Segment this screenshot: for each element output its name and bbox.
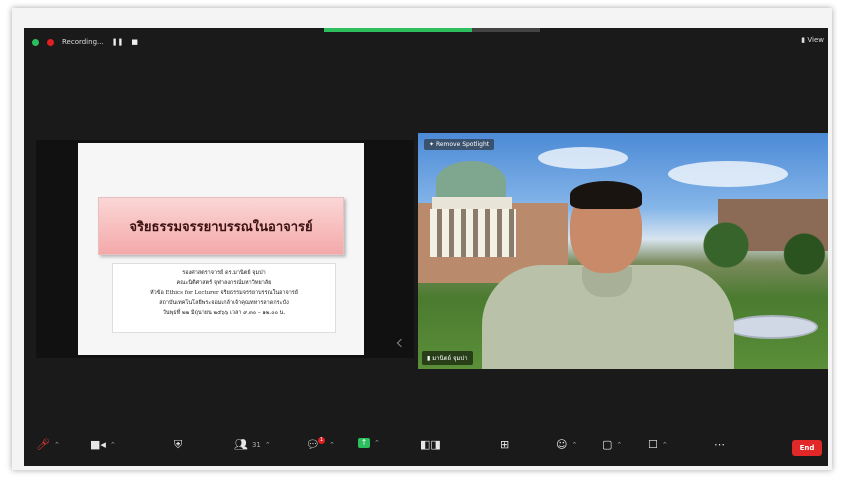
chevron-up-icon[interactable]: ⌃ — [374, 439, 380, 447]
chat-button[interactable]: 💬︎ 1 ⌃ — [306, 437, 335, 451]
chat-badge: 1 — [317, 437, 325, 444]
record-icon: ◧◨ — [420, 438, 441, 451]
slide-line: สถาบันเทคโนโลยีพระจอมเกล้าเจ้าคุณทหารลาด… — [159, 300, 289, 306]
slide-title: จริยธรรมจรรยาบรรณในอาจารย์ — [129, 219, 313, 235]
people-icon: 👥︎ — [234, 438, 248, 451]
chevron-up-icon[interactable]: ⌃ — [265, 441, 271, 449]
pause-recording-button[interactable]: ❚❚ — [112, 38, 124, 46]
chevron-up-icon[interactable]: ⌃ — [54, 441, 60, 449]
recording-dot-icon — [47, 38, 54, 46]
record-button[interactable]: ◧◨ — [420, 438, 441, 451]
apps-button[interactable]: ⊞ — [500, 438, 509, 451]
spotlight-icon: ✦ — [429, 141, 436, 148]
presentation-slide: จริยธรรมจรรยาบรรณในอาจารย์ รองศาสตราจารย… — [78, 143, 364, 355]
more-button[interactable]: ⋯ — [714, 438, 725, 451]
chevron-up-icon[interactable]: ⌃ — [662, 441, 668, 449]
mic-muted-icon: 🎤︎ — [36, 438, 50, 451]
whiteboard-button[interactable]: ▢ ⌃ — [602, 438, 622, 451]
slide-line: รองศาสตราจารย์ ดร.มานิตย์ จุมปา — [182, 270, 266, 276]
view-label: View — [807, 36, 824, 44]
zoom-meeting-window: Recording... ❚❚ ■ ▮ View จริยธรรมจรรยาบร… — [24, 28, 828, 466]
reaction-icon: ☺ — [556, 438, 568, 451]
whiteboard-icon: ▢ — [602, 438, 613, 451]
spotlight-label: Remove Spotlight — [435, 141, 490, 148]
chevron-up-icon[interactable]: ⌃ — [329, 441, 335, 449]
recording-label: Recording... — [62, 38, 104, 46]
mouse-cursor-icon — [396, 338, 406, 348]
top-accent-bar-dark — [472, 28, 540, 32]
stop-recording-button[interactable]: ■ — [131, 38, 138, 46]
participants-button[interactable]: 👥︎ 31 ⌃ — [234, 438, 271, 451]
background-fountain — [726, 315, 818, 339]
chevron-up-icon[interactable]: ⌃ — [616, 441, 622, 449]
slide-title-box: จริยธรรมจรรยาบรรณในอาจารย์ — [98, 197, 344, 255]
reactions-button[interactable]: ☺ ⌃ — [556, 438, 577, 451]
shield-icon: ⛨ — [174, 438, 183, 451]
end-meeting-button[interactable]: End — [792, 440, 822, 456]
security-button[interactable]: ⛨ — [174, 438, 182, 452]
speaker-video-tile[interactable]: ✦ Remove Spotlight ▮ มานิตย์ จุมปา — [418, 133, 828, 369]
speaker-hair — [570, 181, 642, 209]
meeting-status-bar: Recording... ❚❚ ■ — [32, 34, 138, 50]
slide-info-box: รองศาสตราจารย์ ดร.มานิตย์ จุมปา คณะนิติศ… — [112, 263, 336, 333]
mute-button[interactable]: 🎤︎ ⌃ — [36, 438, 60, 451]
shared-screen-panel: จริยธรรมจรรยาบรรณในอาจารย์ รองศาสตราจารย… — [36, 140, 414, 358]
background-columns — [430, 209, 516, 257]
meeting-toolbar: 🎤︎⌃ ■◂⌃ ⛨ 👥︎ 31 ⌃ 💬︎ 1 ⌃ ↑ ⌃ ◧◨ ⊞ ☺⌃ — [24, 430, 828, 466]
participant-name-tag: ▮ มานิตย์ จุมปา — [422, 351, 473, 365]
remove-spotlight-button[interactable]: ✦ Remove Spotlight — [424, 139, 495, 150]
captions-button[interactable]: ☐ ⌃ — [648, 438, 668, 451]
video-button[interactable]: ■◂ ⌃ — [90, 438, 116, 451]
more-icon: ⋯ — [714, 438, 725, 451]
slide-line: วันพุธที่ ๒๒ มิถุนายน ๒๕๖๖ เวลา ๙.๓๐ – ๑… — [162, 310, 286, 316]
apps-grid-icon: ⊞ — [500, 438, 510, 451]
captions-icon: ☐ — [648, 438, 658, 451]
cloud-shape — [538, 147, 628, 169]
share-screen-icon: ↑ — [358, 438, 370, 448]
slide-line: หัวข้อ Ethics for Lecturer จริยธรรมจรรยา… — [150, 290, 298, 296]
share-screen-button[interactable]: ↑ ⌃ — [358, 438, 380, 448]
chevron-up-icon[interactable]: ⌃ — [110, 441, 116, 449]
slide-line: คณะนิติศาสตร์ จุฬาลงกรณ์มหาวิทยาลัย — [176, 280, 272, 286]
view-button[interactable]: ▮ View — [801, 36, 824, 44]
video-camera-icon: ■◂ — [90, 438, 106, 451]
background-dome-base — [432, 197, 512, 209]
cloud-shape — [668, 161, 788, 187]
chevron-up-icon[interactable]: ⌃ — [571, 441, 577, 449]
participant-name: มานิตย์ จุมปา — [432, 355, 468, 362]
security-shield-icon[interactable] — [32, 38, 39, 46]
participants-count: 31 — [251, 440, 261, 449]
